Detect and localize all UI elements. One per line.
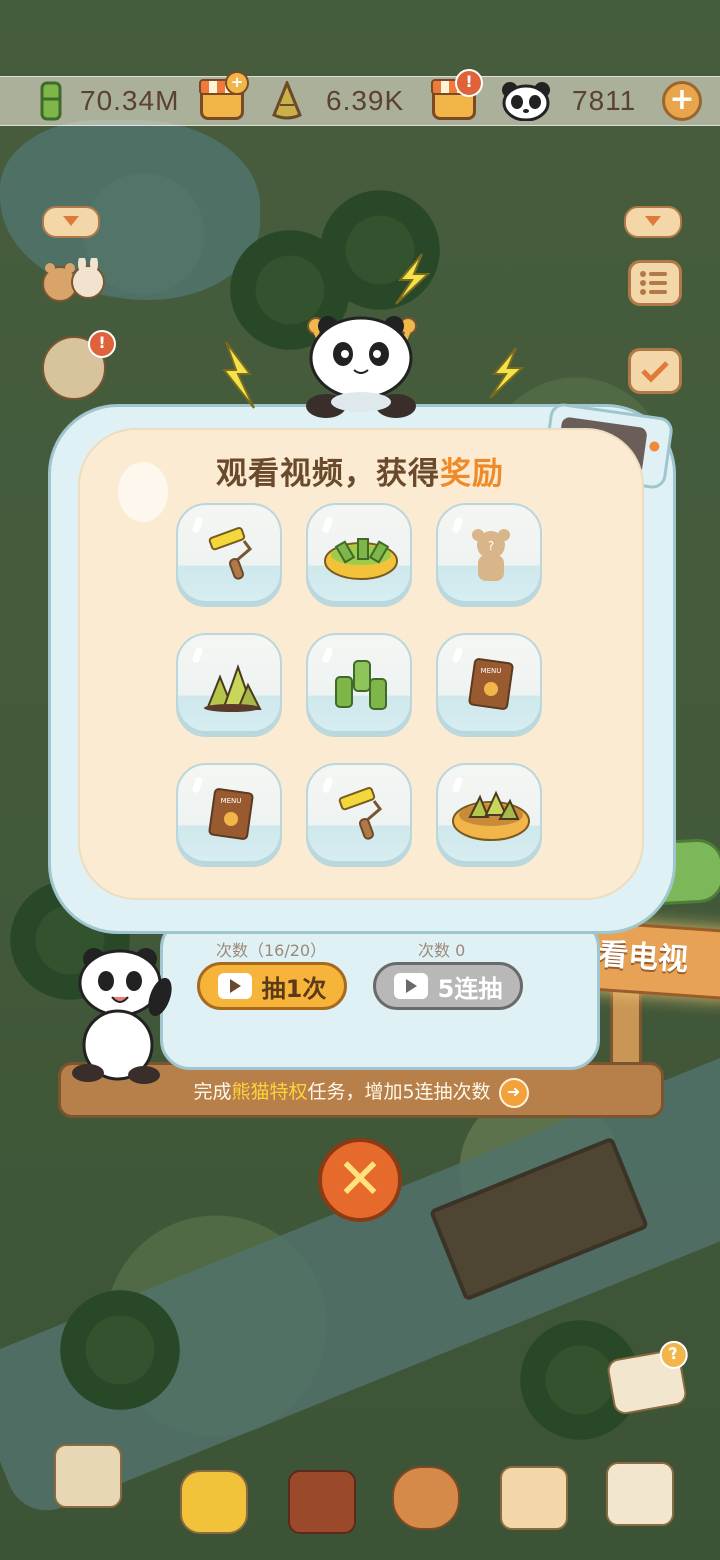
mystery-bear-icon: ? [472,529,510,581]
close-icon: ✕ [336,1147,384,1212]
bamboo-basket-icon [324,538,398,580]
bamboo-icon [335,660,387,710]
svg-text:?: ? [488,539,494,553]
reward-slot [176,633,282,737]
video-play-icon [217,973,252,999]
panda-count: 7811 [572,85,637,116]
alert-badge-icon: ! [455,69,483,97]
seed-bag-button[interactable]: ! [42,330,116,400]
plus-badge-icon: + [225,71,249,95]
video-play-icon [393,973,428,999]
draw-once-button[interactable]: 抽1次 [197,962,347,1010]
dig-tools-button[interactable] [392,1466,460,1530]
map-scroll-button[interactable] [54,1444,122,1508]
draw1-count: 次数（16/20） [216,941,327,960]
bear-box-button[interactable] [606,1462,674,1526]
menu-book-icon: MENU [208,788,254,840]
bamboo-shoots-icon [204,663,262,712]
panda-drummer-icon [286,310,436,420]
reward-slot [306,633,412,737]
shoot-shop-button[interactable]: ! [431,69,483,120]
svg-text:MENU: MENU [481,667,502,675]
reward-slot [306,503,412,607]
bamboo-count: 70.34M [80,85,180,116]
close-button[interactable]: ✕ [318,1138,402,1222]
expand-right-tab[interactable] [624,206,682,238]
bamboo-shoot-basket-icon [452,790,530,841]
panda-card-button[interactable] [500,1466,568,1530]
lightning-icon [221,341,255,409]
task-list-button[interactable] [628,260,682,306]
friends-bear-icon[interactable] [38,255,108,304]
menu-book-icon: MENU [468,658,514,710]
shoot-count: 6.39K [326,85,405,116]
draw5-count: 次数 0 [418,941,466,960]
reward-slot: ? [436,503,542,607]
reward-slot [176,503,282,607]
check-icon [641,361,669,383]
expand-left-tab[interactable] [42,206,100,238]
bamboo-shop-button[interactable]: + [199,71,249,120]
paint-roller-icon [208,527,253,580]
svg-text:MENU: MENU [221,797,242,805]
seed-alert-icon: ! [88,330,116,358]
lightning-icon [395,253,431,305]
paint-bucket-button[interactable] [180,1470,248,1534]
go-arrow-icon[interactable]: ➜ [498,1077,529,1108]
panda-face-icon [500,81,552,121]
popup-title: 观看视频，获得奖励 [216,456,504,492]
reward-slot [436,763,542,867]
menu-book-button[interactable] [288,1470,356,1534]
reward-slot: MENU [436,633,542,737]
reward-slot [306,763,412,867]
bamboo-icon [34,81,68,121]
add-panda-button[interactable]: + [662,81,702,121]
resource-shoot: 6.39K [270,81,404,121]
paint-roller-icon [338,787,383,840]
resource-bamboo: 70.34M [34,81,179,121]
waving-panda-icon [64,945,184,1085]
reward-slot: MENU [176,763,282,867]
resource-panda: 7811 [500,81,636,121]
draw-five-button[interactable]: 5连抽 [373,962,523,1010]
resource-bar: 70.34M + 6.39K ! 7811 + [0,69,720,126]
checkin-button[interactable] [628,348,682,394]
list-icon [640,271,667,295]
bamboo-shoot-icon [270,81,304,121]
lightning-icon [489,347,525,399]
